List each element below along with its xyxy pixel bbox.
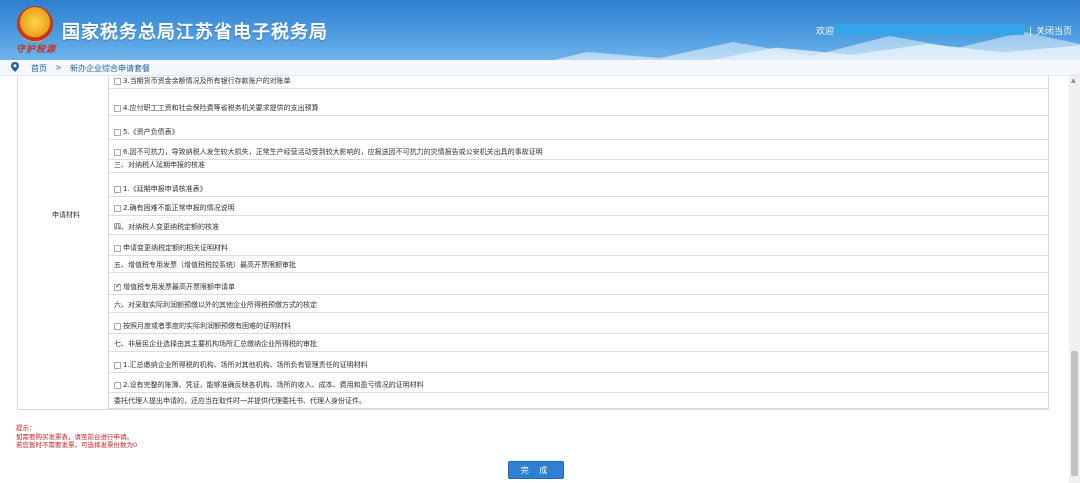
material-checkbox[interactable] xyxy=(114,205,121,212)
material-label: 3.当期货币资金余额情况及所有银行存款账户的对账单 xyxy=(123,77,291,85)
close-page-link[interactable]: | 关闭当页 xyxy=(1029,24,1072,37)
section-row: 三、对纳税人延期申报的核准 xyxy=(109,160,1049,173)
close-page-label: 关闭当页 xyxy=(1036,27,1073,37)
breadcrumb-current: 新办企业综合申请套餐 xyxy=(70,64,150,73)
material-checkbox[interactable] xyxy=(114,323,121,330)
section-row: 五、增值税专用发票（增值税税控系统）最高开票限额审批 xyxy=(109,256,1049,273)
material-label: 增值税专用发票最高开票限额申请单 xyxy=(123,283,235,291)
section-row: 委托代理人提出申请的，还应当在取件时一并提供代理委托书、代理人身份证件。 xyxy=(109,393,1049,409)
material-checkbox[interactable] xyxy=(114,245,121,252)
tips-box: 提示： 如需要购买发票表，请至前台进行申请。 若您暂时不需要发票，可选择发票份数… xyxy=(16,424,137,450)
breadcrumb-home[interactable]: 首页 xyxy=(31,63,47,74)
materials-label-cell: 申请材料 xyxy=(18,76,109,409)
breadcrumb-separator: > xyxy=(55,63,62,72)
breadcrumb: 首页 > 新办企业综合申请套餐 xyxy=(0,60,1080,76)
materials-table: 申请材料 3.当期货币资金余额情况及所有银行存款账户的对账单 4.应付职工工资和社… xyxy=(17,76,1049,410)
material-label: 2.设有完整的账簿、凭证，能够准确反映各机构、场所的收入、成本、费用和盈亏情况的… xyxy=(123,381,424,389)
material-row: 增值税专用发票最高开票限额申请单 xyxy=(109,273,1049,295)
section-title: 四、对纳税人变更纳税定额的核准 xyxy=(114,223,219,231)
location-pin-icon xyxy=(11,62,19,72)
header-banner: 守护税源 国家税务总局江苏省电子税务局 欢迎, | 关闭当页 xyxy=(0,0,1080,60)
material-checkbox[interactable] xyxy=(114,362,121,369)
finish-button[interactable]: 完 成 xyxy=(508,461,564,479)
material-checkbox[interactable] xyxy=(114,78,121,85)
scroll-up-icon[interactable]: ▲ xyxy=(1071,77,1076,84)
material-row: 1.《延期申报申请核准表》 xyxy=(109,173,1049,197)
material-row: 申请变更纳税定额的相关证明材料 xyxy=(109,235,1049,256)
material-label: 5.《资产负债表》 xyxy=(123,128,179,136)
material-checkbox[interactable] xyxy=(114,129,121,136)
material-label: 申请变更纳税定额的相关证明材料 xyxy=(123,244,228,252)
material-label: 按照月度或者季度的实际利润额预缴有困难的证明材料 xyxy=(123,322,291,330)
section-title: 七、非居民企业选择由其主要机构场所汇总缴纳企业所得税的审批 xyxy=(114,340,317,348)
tax-emblem-icon xyxy=(17,6,53,42)
section-row: 六、对采取实际利润额预缴以外的其他企业所得税预缴方式的核定 xyxy=(109,295,1049,313)
material-label: 2.确有困难不能正常申报的情况说明 xyxy=(123,204,235,212)
material-row: 2.设有完整的账簿、凭证，能够准确反映各机构、场所的收入、成本、费用和盈亏情况的… xyxy=(109,373,1049,393)
section-title: 六、对采取实际利润额预缴以外的其他企业所得税预缴方式的核定 xyxy=(114,301,317,309)
material-row: 6.因不可抗力，导致纳税人发生较大损失，正常生产经营活动受到较大影响的，应报送因… xyxy=(109,140,1049,160)
vertical-scrollbar[interactable]: ▲ xyxy=(1069,76,1080,483)
material-row: 4.应付职工工资和社会保险费等省税务机关要求提供的支出预算 xyxy=(109,94,1049,116)
materials-label: 申请材料 xyxy=(52,211,80,219)
material-row: 3.当期货币资金余额情况及所有银行存款账户的对账单 xyxy=(109,76,1049,89)
username-box xyxy=(834,24,1024,35)
tips-title: 提示： xyxy=(16,424,36,432)
section-row: 四、对纳税人变更纳税定额的核准 xyxy=(109,216,1049,235)
material-label: 1.汇总缴纳企业所得税的机构、场所对其他机构、场所负有管理责任的证明材料 xyxy=(123,361,368,369)
material-checkbox[interactable] xyxy=(114,282,121,291)
site-title: 国家税务总局江苏省电子税务局 xyxy=(62,22,328,43)
material-checkbox[interactable] xyxy=(114,149,121,156)
material-label: 6.因不可抗力，导致纳税人发生较大损失，正常生产经营活动受到较大影响的，应报送因… xyxy=(123,148,543,156)
tips-line: 若您暂时不需要发票，可选择发票份数为0 xyxy=(16,441,138,449)
section-title: 三、对纳税人延期申报的核准 xyxy=(114,161,205,169)
section-title: 委托代理人提出申请的，还应当在取件时一并提供代理委托书、代理人身份证件。 xyxy=(114,397,366,405)
emblem-script: 守护税源 xyxy=(16,45,57,55)
material-checkbox[interactable] xyxy=(114,105,121,112)
material-row: 5.《资产负债表》 xyxy=(109,116,1049,140)
section-row: 七、非居民企业选择由其主要机构场所汇总缴纳企业所得税的审批 xyxy=(109,334,1049,352)
material-row: 1.汇总缴纳企业所得税的机构、场所对其他机构、场所负有管理责任的证明材料 xyxy=(109,352,1049,373)
material-checkbox[interactable] xyxy=(114,382,121,389)
material-row: 按照月度或者季度的实际利润额预缴有困难的证明材料 xyxy=(109,313,1049,334)
material-label: 1.《延期申报申请核准表》 xyxy=(123,185,207,193)
material-row: 2.确有困难不能正常申报的情况说明 xyxy=(109,197,1049,216)
material-checkbox[interactable] xyxy=(114,186,121,193)
section-title: 五、增值税专用发票（增值税税控系统）最高开票限额审批 xyxy=(114,261,296,269)
tips-line: 如需要购买发票表，请至前台进行申请。 xyxy=(16,432,133,441)
material-label: 4.应付职工工资和社会保险费等省税务机关要求提供的支出预算 xyxy=(123,104,319,112)
scrollbar-thumb[interactable] xyxy=(1071,351,1078,476)
